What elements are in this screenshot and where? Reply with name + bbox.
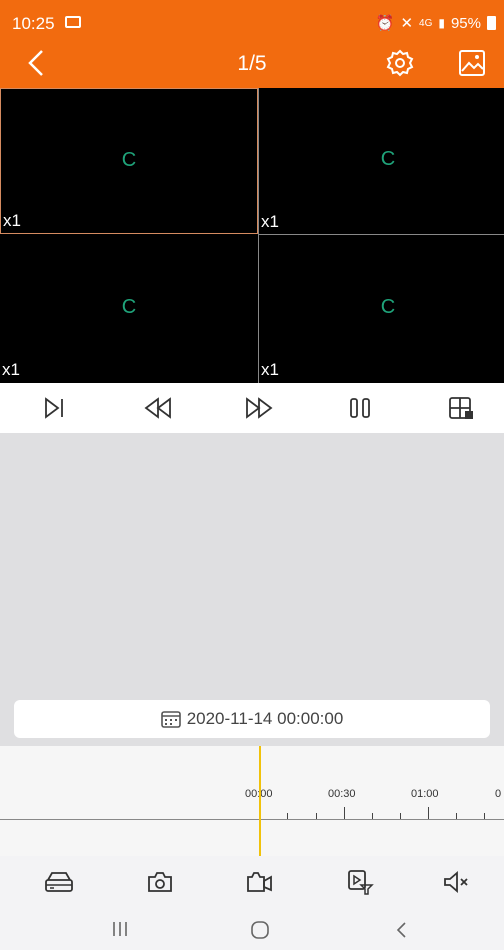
rewind-button[interactable] (143, 394, 173, 422)
rewind-icon (144, 397, 171, 419)
timeline-tick (287, 813, 288, 819)
video-cell[interactable]: C x1 (0, 236, 258, 382)
nvr-device-icon (45, 872, 73, 892)
timeline-tick (456, 813, 457, 819)
bottom-toolbar (0, 856, 504, 908)
alarm-icon: ⏰ (375, 15, 395, 32)
timeline-tick (372, 813, 373, 819)
mute-button[interactable] (442, 868, 472, 896)
playback-speed: x1 (261, 212, 279, 231)
loading-indicator: C (121, 296, 137, 318)
page-counter: 1/5 (237, 52, 267, 75)
battery-percent: 95% (450, 14, 481, 32)
timeline-tick (484, 813, 485, 819)
system-nav-bar (0, 908, 504, 950)
timeline-tick (428, 807, 429, 819)
timeline-cursor[interactable] (259, 746, 261, 856)
snapshot-button[interactable] (145, 868, 175, 896)
status-bar: 10:25 ⏰ ✕ 4G ▮ 95% (0, 0, 504, 38)
gallery-notification-icon (65, 16, 81, 28)
record-button[interactable] (244, 868, 274, 896)
chevron-left-icon (396, 922, 406, 938)
app-bar: 1/5 (0, 38, 504, 88)
video-camera-icon (247, 872, 272, 892)
device-button[interactable] (44, 868, 74, 896)
playback-controls (0, 383, 504, 433)
battery-icon (487, 16, 496, 30)
status-time: 10:25 (12, 14, 55, 33)
video-grid: C x1 C x1 C x1 C x1 (0, 88, 504, 383)
recent-apps-button[interactable] (110, 920, 130, 943)
playback-speed: x1 (3, 211, 21, 230)
loading-indicator: C (380, 296, 396, 318)
fast-forward-icon (246, 397, 273, 419)
gallery-button[interactable] (458, 49, 486, 82)
timeline-tick (344, 807, 345, 819)
grid-layout-icon (449, 397, 473, 419)
video-filter-button[interactable] (345, 868, 375, 896)
date-label: 2020-11-14 00:00:00 (186, 709, 344, 728)
timeline-label: 00:30 (328, 788, 356, 800)
camera-icon (148, 872, 172, 892)
playback-speed: x1 (2, 360, 20, 379)
status-icons: ⏰ ✕ 4G ▮ 95% (376, 14, 496, 32)
timeline-tick (316, 813, 317, 819)
video-cell[interactable]: C x1 (259, 236, 504, 382)
playback-speed: x1 (261, 360, 279, 379)
pause-button[interactable] (345, 394, 375, 422)
video-cell[interactable]: C x1 (0, 88, 258, 234)
settings-button[interactable] (386, 49, 414, 82)
gear-icon (386, 49, 414, 77)
date-picker[interactable]: 2020-11-14 00:00:00 (14, 700, 490, 738)
home-button[interactable] (250, 920, 270, 945)
frame-step-icon (45, 397, 63, 419)
timeline-label: 01:00 (411, 788, 439, 800)
picture-icon (459, 50, 485, 76)
timeline-tick (400, 813, 401, 819)
frame-step-button[interactable] (40, 394, 70, 422)
calendar-icon (160, 711, 181, 728)
fast-forward-button[interactable] (244, 394, 274, 422)
loading-indicator: C (380, 148, 396, 170)
timeline-axis (0, 819, 504, 820)
timeline[interactable]: 00:00 00:30 01:00 0 (0, 746, 504, 856)
video-filter-icon (348, 870, 374, 895)
mute-icon: ✕ (400, 15, 414, 32)
speaker-muted-icon (444, 871, 468, 893)
video-cell[interactable]: C x1 (259, 88, 504, 234)
grid-divider (258, 234, 504, 235)
loading-indicator: C (121, 149, 137, 171)
timeline-label: 0 (495, 788, 502, 800)
system-back-button[interactable] (393, 920, 409, 945)
grid-divider (258, 88, 259, 383)
pause-icon (350, 398, 370, 418)
recent-apps-icon (113, 922, 127, 936)
network-type: 4G (419, 17, 433, 29)
layout-button[interactable] (446, 394, 476, 422)
home-icon (251, 921, 269, 939)
signal-icon: ▮ (438, 16, 445, 30)
